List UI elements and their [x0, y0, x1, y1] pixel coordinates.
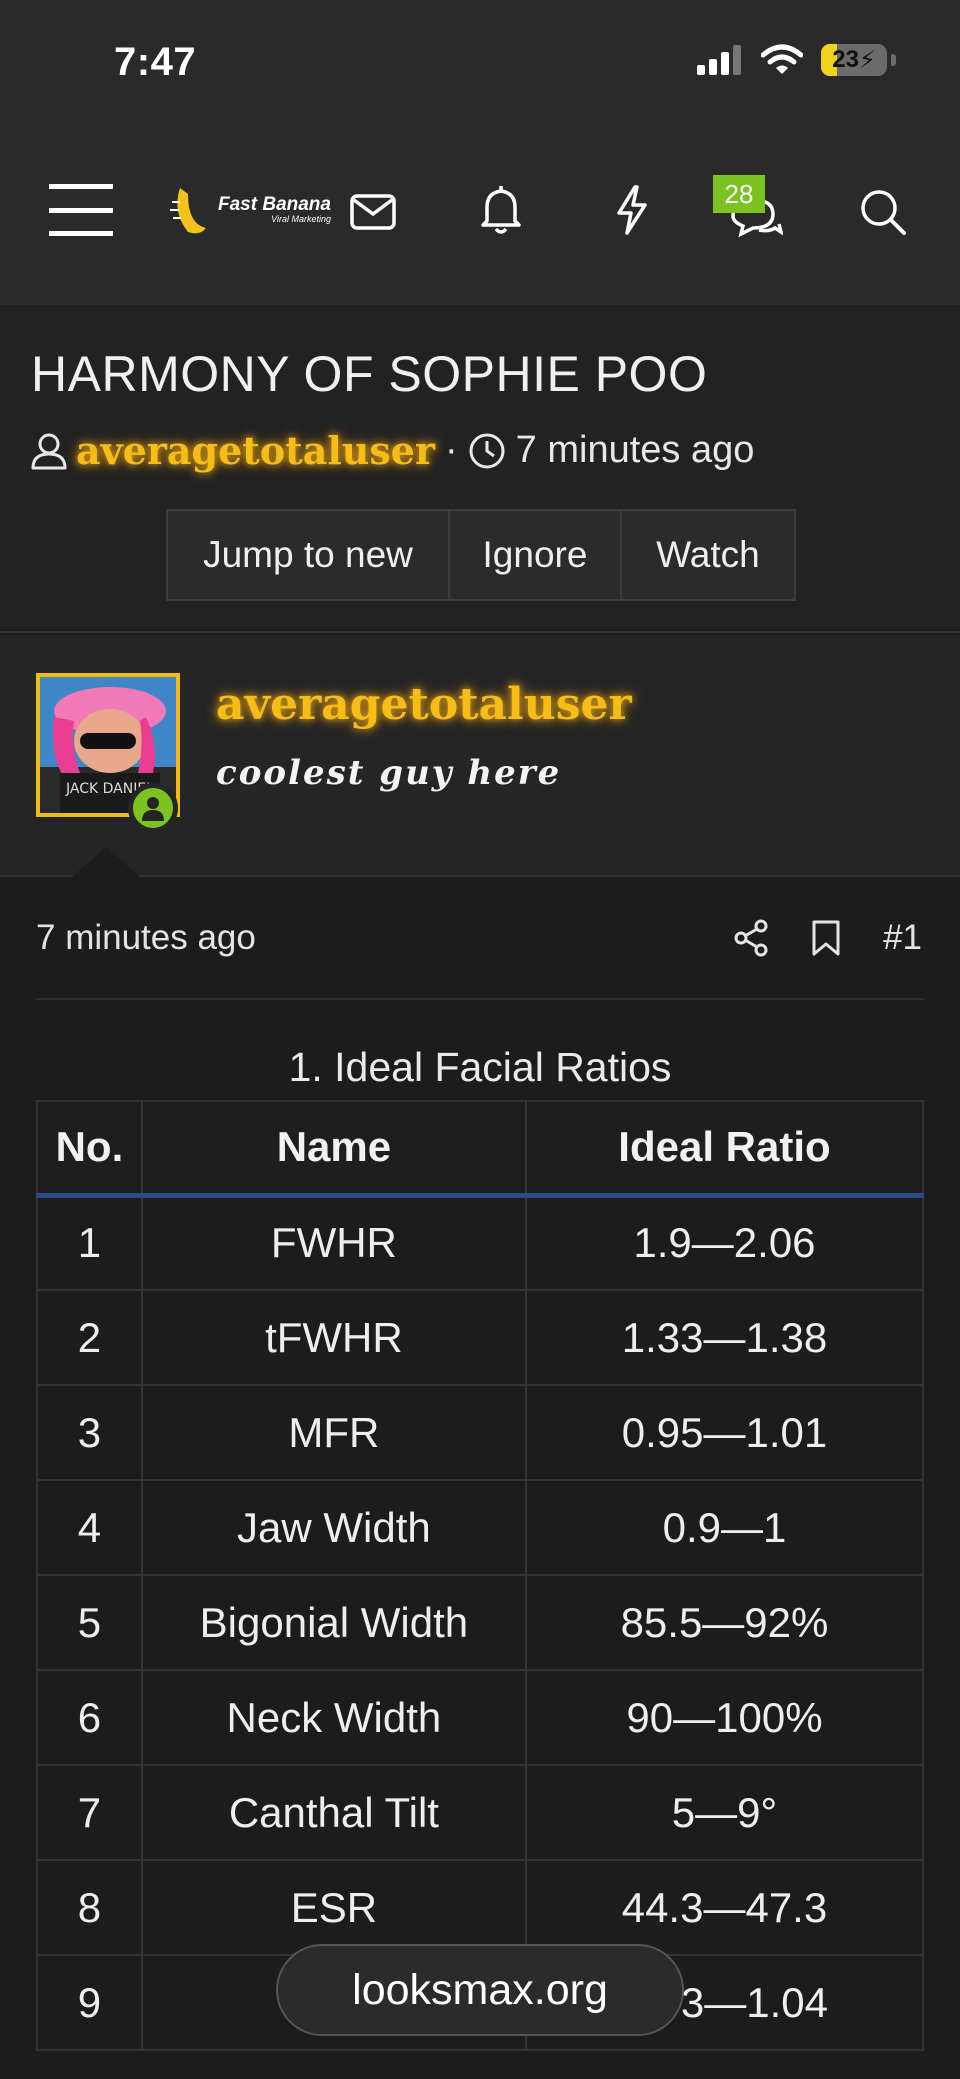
thread-title: HARMONY OF SOPHIE POO [31, 346, 708, 402]
bookmark-icon[interactable] [811, 919, 841, 957]
table-cell: 5—9° [524, 1764, 925, 1861]
bell-icon[interactable] [478, 180, 524, 240]
table-cell: Neck Width [140, 1669, 527, 1766]
table-cell: 90—100% [524, 1669, 925, 1766]
table-cell: 1.33—1.38 [524, 1289, 925, 1386]
table-cell: tFWHR [140, 1289, 527, 1386]
post-pointer [72, 847, 140, 877]
thread-time: 7 minutes ago [515, 429, 755, 471]
table-cell: 2 [36, 1289, 143, 1386]
thread-meta: averagetotaluser · 7 minutes ago [30, 428, 754, 473]
table-cell: 85.5—92% [524, 1574, 925, 1671]
table-cell: Canthal Tilt [140, 1764, 527, 1861]
table-cell: 8 [36, 1859, 143, 1956]
table-row: 8 ESR 44.3—47.3 [36, 1859, 925, 1956]
chat-badge: 28 [713, 175, 765, 213]
thread-header: HARMONY OF SOPHIE POO averagetotaluser ·… [0, 305, 960, 633]
table-cell: 4 [36, 1479, 143, 1576]
post-user-block: JACK DANIEL averagetotaluser coolest guy… [0, 635, 960, 877]
table-cell: 1.9—2.06 [524, 1194, 925, 1291]
column-header: Ideal Ratio [524, 1100, 925, 1198]
battery-indicator: 23 ⚡ [821, 44, 887, 76]
table-row: 3 MFR 0.95—1.01 [36, 1384, 925, 1481]
table-cell: FWHR [140, 1194, 527, 1291]
table-cell: 0.9—1 [524, 1479, 925, 1576]
post-author-name[interactable]: averagetotaluser [216, 679, 632, 730]
user-title: coolest guy here [216, 753, 562, 793]
share-icon[interactable] [733, 919, 769, 957]
table-caption: 1. Ideal Facial Ratios [288, 1044, 672, 1090]
table-cell: 5 [36, 1574, 143, 1671]
table-cell: 6 [36, 1669, 143, 1766]
table-cell: 9 [36, 1954, 143, 2051]
clock-icon [469, 433, 505, 468]
banana-logo-icon [170, 188, 206, 234]
thread-actions: Jump to new Ignore Watch [166, 509, 796, 601]
menu-icon[interactable] [48, 180, 114, 240]
search-icon[interactable] [858, 182, 908, 242]
wifi-icon [761, 44, 803, 74]
table-cell: Bigonial Width [140, 1574, 527, 1671]
site-url-pill[interactable]: looksmax.org [276, 1944, 684, 2036]
status-icons: 23 ⚡ [697, 44, 896, 76]
post-actions: #1 [733, 910, 922, 966]
table-cell: MFR [140, 1384, 527, 1481]
lightning-icon[interactable] [612, 180, 652, 240]
table-row: 7 Canthal Tilt 5—9° [36, 1764, 925, 1861]
battery-nub [891, 54, 896, 66]
status-time: 7:47 [114, 40, 197, 84]
table-cell: ESR [140, 1859, 527, 1956]
watch-button[interactable]: Watch [622, 511, 794, 599]
table-row: 5 Bigonial Width 85.5—92% [36, 1574, 925, 1671]
column-header: Name [140, 1100, 527, 1198]
post-divider [36, 998, 924, 1000]
table-cell: 3 [36, 1384, 143, 1481]
meta-separator: · [445, 429, 458, 471]
table-cell: 44.3—47.3 [524, 1859, 925, 1956]
table-cell: 1 [36, 1194, 143, 1291]
signal-icon [697, 45, 741, 75]
table-cell: 0.95—1.01 [524, 1384, 925, 1481]
logo-subtext: Viral Marketing [271, 214, 331, 224]
logo-text: Fast Banana [218, 194, 331, 215]
table-row: 1 FWHR 1.9—2.06 [36, 1194, 925, 1291]
post-time[interactable]: 7 minutes ago [36, 918, 256, 958]
site-logo[interactable]: Fast Banana Viral Marketing [170, 184, 331, 236]
table-header-row: No. Name Ideal Ratio [36, 1100, 925, 1198]
jump-to-new-button[interactable]: Jump to new [168, 511, 450, 599]
table-cell: 7 [36, 1764, 143, 1861]
table-row: 2 tFWHR 1.33—1.38 [36, 1289, 925, 1386]
table-row: 4 Jaw Width 0.9—1 [36, 1479, 925, 1576]
facial-ratios-table: No. Name Ideal Ratio 1 FWHR 1.9—2.06 2 t… [36, 1100, 925, 2051]
column-header: No. [36, 1100, 143, 1198]
online-status-icon [128, 783, 178, 833]
table-row: 6 Neck Width 90—100% [36, 1669, 925, 1766]
post-number[interactable]: #1 [883, 918, 922, 958]
ignore-button[interactable]: Ignore [450, 511, 622, 599]
table-cell: Jaw Width [140, 1479, 527, 1576]
user-icon [31, 433, 67, 469]
thread-author-link[interactable]: averagetotaluser [76, 428, 435, 473]
envelope-icon[interactable] [348, 182, 398, 242]
